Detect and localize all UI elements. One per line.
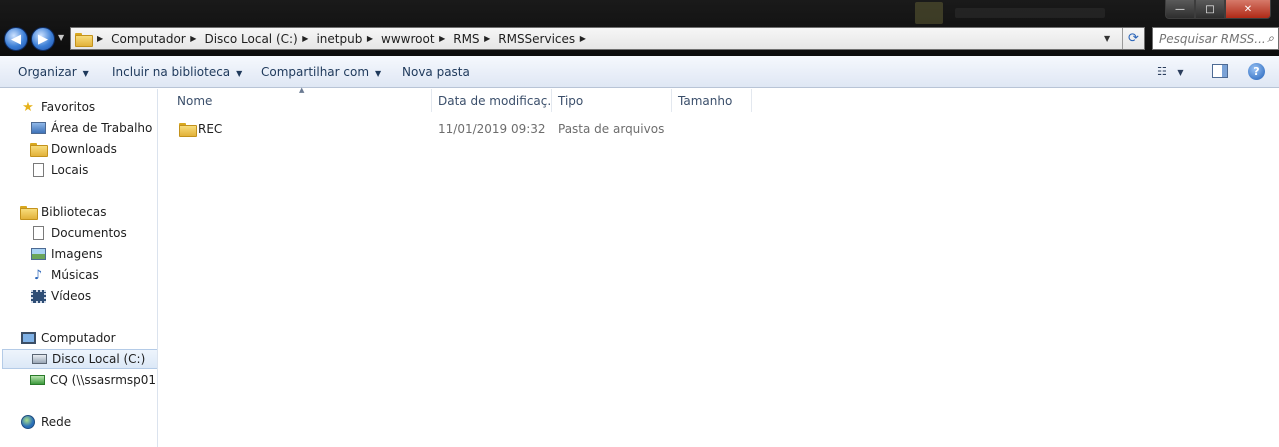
- chevron-down-icon: ▼: [1177, 68, 1184, 77]
- chevron-down-icon: ▼: [236, 69, 243, 78]
- details-view-icon: ☷: [1157, 65, 1167, 78]
- background-window-title: [915, 2, 1105, 24]
- maximize-button[interactable]: □: [1195, 0, 1225, 19]
- desktop-icon: [30, 120, 46, 136]
- computer-icon: [20, 330, 36, 346]
- new-folder-button[interactable]: Nova pasta: [402, 65, 470, 79]
- nav-music[interactable]: ♪ Músicas: [0, 265, 157, 285]
- nav-network-drive[interactable]: CQ (\\ssasrmsp01) (: [0, 370, 157, 390]
- breadcrumb-computador[interactable]: Computador ▶: [111, 32, 204, 46]
- breadcrumb-rms[interactable]: RMS ▶: [453, 32, 498, 46]
- network-drive-icon: [30, 372, 45, 388]
- breadcrumb-inetpub[interactable]: inetpub ▶: [316, 32, 381, 46]
- column-header-name[interactable]: Nome: [171, 89, 432, 112]
- close-button[interactable]: ✕: [1225, 0, 1271, 19]
- file-row[interactable]: REC 11/01/2019 09:32 Pasta de arquivos: [159, 119, 1279, 139]
- image-icon: [30, 246, 46, 262]
- chevron-right-icon[interactable]: ▶: [188, 34, 196, 43]
- chevron-right-icon[interactable]: ▶: [364, 34, 373, 43]
- search-input[interactable]: [1159, 32, 1267, 46]
- forward-button[interactable]: ▶: [31, 27, 55, 51]
- chevron-right-icon[interactable]: ▶: [437, 34, 445, 43]
- navigation-pane: ★ Favoritos Área de Trabalho Downloads Lo…: [0, 89, 158, 447]
- breadcrumb-rmsservices[interactable]: RMSServices ▶: [498, 32, 594, 46]
- document-icon: [30, 225, 46, 241]
- folder-icon: [75, 32, 93, 47]
- file-list: ▲ Nome Data de modificaç... Tipo Tamanho…: [159, 86, 1279, 447]
- minimize-button[interactable]: —: [1165, 0, 1195, 19]
- arrow-right-icon: ▶: [38, 31, 48, 47]
- file-date: 11/01/2019 09:32: [438, 122, 546, 136]
- folder-icon: [179, 123, 197, 138]
- column-header-type[interactable]: Tipo: [552, 89, 672, 112]
- organize-menu[interactable]: Organizar ▼: [18, 65, 89, 79]
- column-header-date[interactable]: Data de modificaç...: [432, 89, 552, 112]
- address-bar[interactable]: ▶ Computador ▶ Disco Local (C:) ▶ inetpu…: [70, 27, 1145, 50]
- chevron-right-icon[interactable]: ▶: [482, 34, 490, 43]
- nav-places[interactable]: Locais: [0, 160, 157, 180]
- nav-network[interactable]: Rede: [0, 412, 157, 432]
- file-name: REC: [198, 122, 223, 136]
- column-header-size[interactable]: Tamanho: [672, 89, 752, 112]
- command-bar: Organizar ▼ Incluir na biblioteca ▼ Compar…: [0, 56, 1279, 88]
- nav-local-disk[interactable]: Disco Local (C:): [2, 349, 157, 369]
- window-controls: — □ ✕: [1165, 0, 1271, 19]
- search-box[interactable]: ⌕: [1152, 27, 1279, 50]
- downloads-folder-icon: [30, 141, 48, 157]
- file-type: Pasta de arquivos: [558, 122, 665, 136]
- address-dropdown-icon[interactable]: ▼: [1104, 34, 1110, 43]
- places-icon: [30, 162, 46, 178]
- film-icon: [30, 288, 46, 304]
- help-icon[interactable]: ?: [1248, 63, 1265, 80]
- chevron-down-icon: ▼: [375, 69, 382, 78]
- arrow-left-icon: ◀: [11, 31, 21, 47]
- drive-icon: [31, 351, 47, 367]
- breadcrumb-disco-local[interactable]: Disco Local (C:) ▶: [204, 32, 316, 46]
- refresh-icon[interactable]: ⟳: [1122, 28, 1144, 49]
- star-icon: ★: [22, 99, 34, 115]
- nav-documents[interactable]: Documentos: [0, 223, 157, 243]
- include-library-menu[interactable]: Incluir na biblioteca ▼: [112, 65, 242, 79]
- nav-downloads[interactable]: Downloads: [0, 139, 157, 159]
- breadcrumb-wwwroot[interactable]: wwwroot ▶: [381, 32, 453, 46]
- libraries-icon: [20, 204, 38, 220]
- nav-libraries[interactable]: Bibliotecas: [0, 202, 157, 222]
- nav-desktop[interactable]: Área de Trabalho: [0, 118, 157, 138]
- share-with-menu[interactable]: Compartilhar com ▼: [261, 65, 381, 79]
- nav-computer[interactable]: Computador: [0, 328, 157, 348]
- back-button[interactable]: ◀: [4, 27, 28, 51]
- network-globe-icon: [20, 414, 36, 430]
- nav-images[interactable]: Imagens: [0, 244, 157, 264]
- chevron-right-icon[interactable]: ▶: [577, 34, 586, 43]
- nav-favorites[interactable]: ★ Favoritos: [0, 97, 157, 117]
- chevron-right-icon[interactable]: ▶: [300, 34, 308, 43]
- breadcrumb-root: ▶: [95, 34, 111, 43]
- chevron-right-icon[interactable]: ▶: [97, 34, 103, 43]
- history-dropdown-icon[interactable]: ▼: [58, 33, 64, 42]
- search-icon[interactable]: ⌕: [1267, 31, 1274, 46]
- preview-pane-icon[interactable]: [1212, 64, 1228, 78]
- nav-videos[interactable]: Vídeos: [0, 286, 157, 306]
- chevron-down-icon: ▼: [82, 69, 89, 78]
- music-note-icon: ♪: [33, 267, 43, 283]
- title-bar: — □ ✕ ◀ ▶ ▼ ▶ Computador ▶ Disco Local (…: [0, 0, 1279, 56]
- change-view-button[interactable]: ☷ ▼: [1157, 65, 1184, 78]
